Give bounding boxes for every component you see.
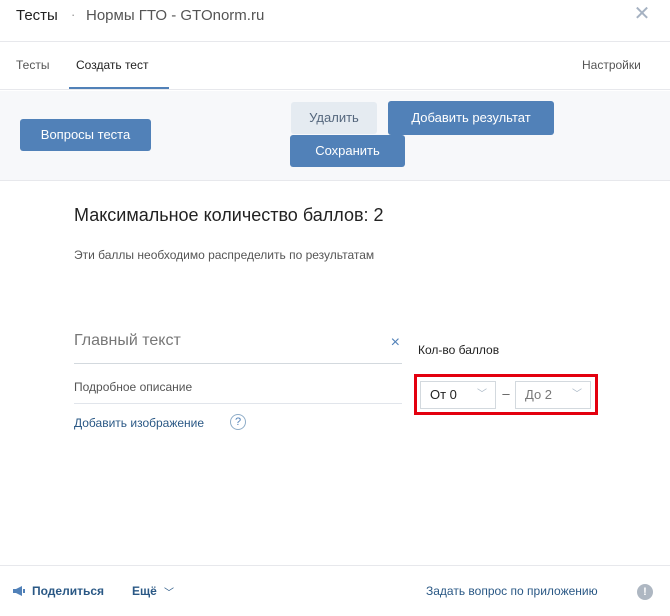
chevron-down-icon: ﹀ bbox=[164, 588, 174, 599]
chevron-down-icon: ﹀ bbox=[477, 389, 487, 400]
tab-create-test[interactable]: Создать тест bbox=[76, 58, 148, 72]
delete-button[interactable]: Удалить bbox=[291, 102, 377, 134]
score-from-select[interactable]: От 0 ﹀ bbox=[420, 381, 496, 409]
score-to-select[interactable]: До 2 ﹀ bbox=[515, 381, 591, 409]
megaphone-icon bbox=[13, 586, 25, 596]
ask-question-link[interactable]: Задать вопрос по приложению bbox=[426, 584, 598, 598]
save-button[interactable]: Сохранить bbox=[290, 135, 405, 167]
tab-settings[interactable]: Настройки bbox=[582, 58, 641, 72]
score-count-label: Кол-во баллов bbox=[418, 343, 500, 357]
test-questions-button[interactable]: Вопросы теста bbox=[20, 119, 151, 151]
active-tab-indicator bbox=[69, 87, 169, 89]
share-link[interactable]: Поделиться bbox=[32, 584, 104, 598]
window-header: Тесты · Нормы ГТО - GTOnorm.ru ✕ bbox=[0, 0, 670, 42]
score-from-value: От 0 bbox=[430, 387, 457, 402]
clear-icon[interactable]: × bbox=[391, 334, 400, 352]
help-icon[interactable]: ? bbox=[230, 414, 246, 430]
description-placeholder: Подробное описание bbox=[74, 380, 193, 394]
add-image-link[interactable]: Добавить изображение bbox=[74, 416, 204, 430]
chevron-down-icon: ﹀ bbox=[572, 389, 582, 400]
close-icon[interactable]: ✕ bbox=[632, 4, 652, 24]
title-separator: · bbox=[71, 7, 76, 22]
add-result-button[interactable]: Добавить результат bbox=[388, 101, 554, 135]
range-dash: – bbox=[502, 386, 510, 401]
tab-bar: Тесты Создать тест Настройки bbox=[0, 42, 670, 90]
tab-tests[interactable]: Тесты bbox=[16, 58, 49, 72]
score-to-value: До 2 bbox=[525, 387, 553, 402]
main-text-placeholder: Главный текст bbox=[74, 332, 181, 349]
main-text-field[interactable]: Главный текст × bbox=[74, 332, 402, 364]
more-menu[interactable]: Ещё bbox=[132, 584, 157, 598]
distribution-hint: Эти баллы необходимо распределить по рез… bbox=[74, 248, 375, 262]
info-icon[interactable]: ! bbox=[637, 584, 653, 600]
max-score-heading: Максимальное количество баллов: 2 bbox=[74, 205, 384, 225]
footer: Поделиться Ещё ﹀ Задать вопрос по прилож… bbox=[0, 565, 670, 616]
app-name: Нормы ГТО - GTOnorm.ru bbox=[86, 7, 265, 24]
window-title: Тесты bbox=[16, 7, 58, 24]
description-field[interactable]: Подробное описание bbox=[74, 380, 402, 404]
toolbar: Вопросы теста Удалить Добавить результат… bbox=[0, 91, 670, 181]
